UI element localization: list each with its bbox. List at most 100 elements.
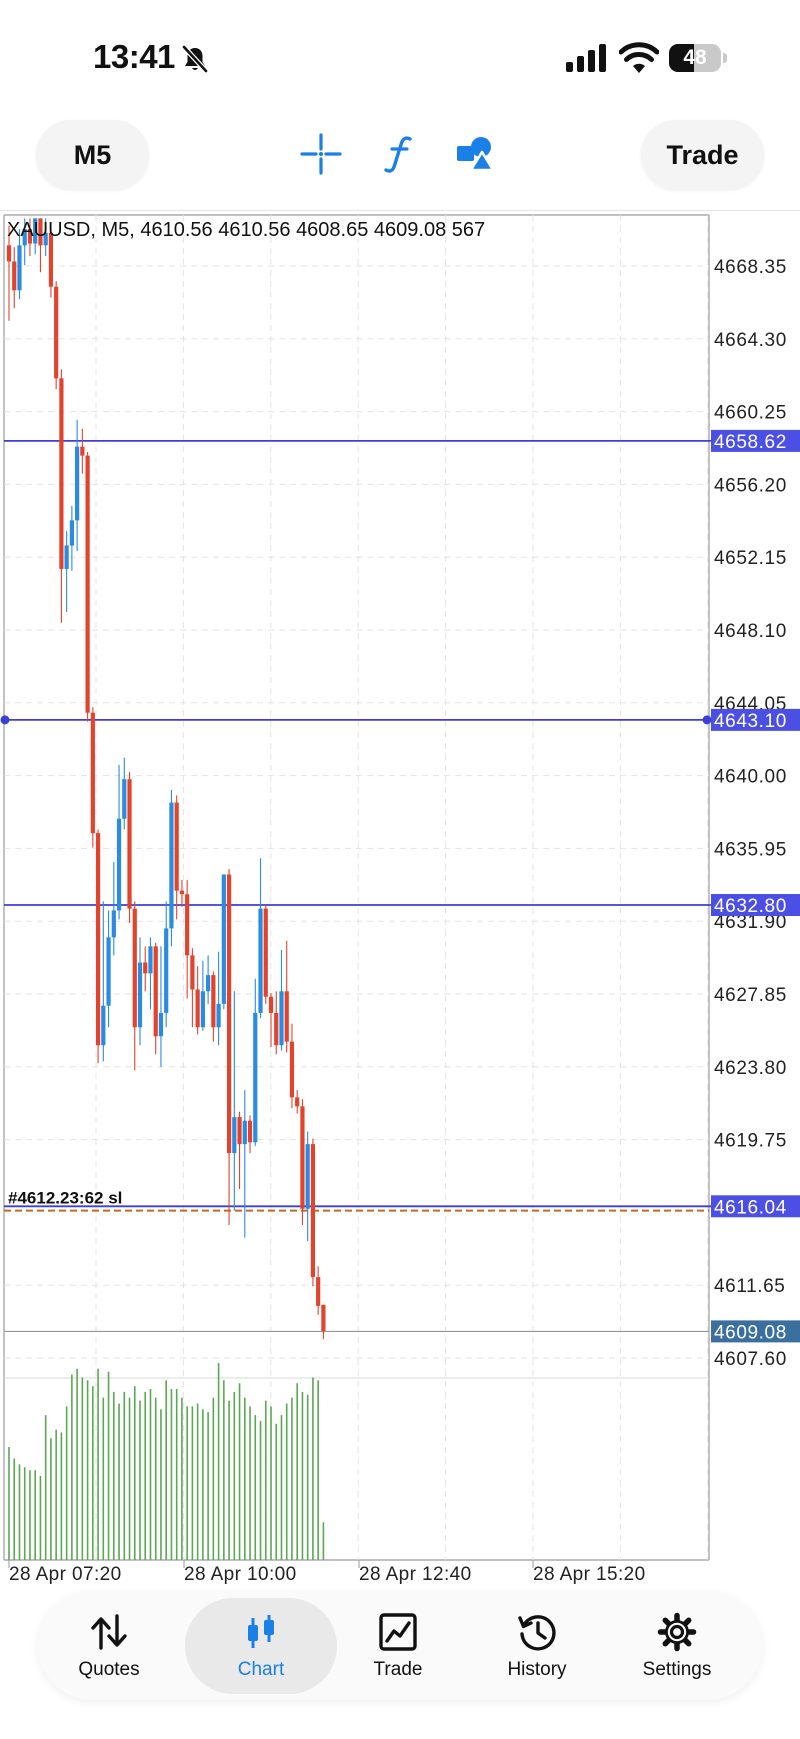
nav-label-trade: Trade bbox=[373, 1659, 423, 1680]
price-axis-label: 4648.10 bbox=[714, 621, 787, 642]
price-chart[interactable]: #4612.23:62 sl 4668.35 4664.30 4660.25 4656… bbox=[0, 212, 800, 1590]
nav-label-chart: Chart bbox=[237, 1659, 285, 1680]
level-handle-right bbox=[702, 715, 712, 725]
price-axis-label: 4668.35 bbox=[714, 257, 787, 278]
candle-body bbox=[143, 962, 148, 974]
candle-body bbox=[127, 779, 132, 909]
candle-body bbox=[284, 991, 289, 1042]
bell-muted-icon bbox=[182, 45, 208, 73]
candle-body bbox=[185, 894, 190, 956]
time-axis: 28 Apr 07:20 28 Apr 10:00 28 Apr 12:40 28 A… bbox=[8, 1560, 646, 1585]
candle-body bbox=[289, 1041, 295, 1098]
candle-body bbox=[59, 378, 64, 569]
nav-settings[interactable]: Settings bbox=[608, 1592, 746, 1700]
candlestick-chart-icon bbox=[248, 1615, 274, 1648]
trade-button[interactable]: Trade bbox=[641, 120, 764, 190]
nav-history[interactable]: History bbox=[468, 1592, 606, 1700]
candle-body bbox=[221, 874, 226, 1004]
candle-body bbox=[69, 520, 74, 546]
candle-body bbox=[190, 955, 195, 990]
candle-body bbox=[310, 1144, 316, 1278]
bottom-nav: Quotes Chart Trade History Settings bbox=[38, 1592, 762, 1700]
candle-body bbox=[237, 1117, 242, 1145]
nav-quotes[interactable]: Quotes bbox=[40, 1592, 178, 1700]
candle-body bbox=[300, 1106, 305, 1209]
price-tag-label: 4632.80 bbox=[714, 896, 787, 917]
price-axis-label: 4627.85 bbox=[714, 985, 787, 1006]
price-axis-label: 4619.75 bbox=[714, 1131, 787, 1152]
cellular-signal-icon bbox=[566, 44, 606, 72]
price-axis-label: 4623.80 bbox=[714, 1058, 787, 1079]
candle-body bbox=[80, 446, 85, 456]
candle-body bbox=[122, 779, 127, 819]
candle-body bbox=[316, 1277, 321, 1306]
candle-body bbox=[137, 962, 143, 1028]
candle-body bbox=[295, 1097, 300, 1107]
candle-body bbox=[75, 446, 80, 521]
price-tag-label: 4658.62 bbox=[714, 432, 787, 453]
price-axis-label: 4635.95 bbox=[714, 839, 787, 860]
trade-chart-icon bbox=[379, 1613, 417, 1651]
candle-body bbox=[211, 975, 216, 1028]
candle-body bbox=[274, 1012, 279, 1046]
price-axis-label: 4656.20 bbox=[714, 475, 787, 496]
candle-body bbox=[200, 991, 205, 1028]
candle-body bbox=[174, 802, 179, 891]
indicators-icon[interactable] bbox=[377, 132, 421, 176]
candle-body bbox=[232, 1117, 237, 1154]
time-axis-label: 28 Apr 12:40 bbox=[359, 1564, 472, 1585]
price-axis-label: 4611.65 bbox=[714, 1276, 785, 1297]
candle-body bbox=[101, 1005, 106, 1046]
order-overlap-label: #4612.23:62 sl bbox=[8, 1188, 122, 1207]
candle-body bbox=[258, 908, 263, 1013]
price-axis-label: 4640.00 bbox=[714, 767, 787, 788]
candle-body bbox=[169, 802, 174, 929]
candle-body bbox=[247, 1120, 253, 1143]
candle-body bbox=[95, 833, 101, 1046]
candle-body bbox=[158, 1012, 164, 1037]
candle-body bbox=[279, 991, 284, 1046]
nav-chart[interactable]: Chart bbox=[192, 1592, 330, 1700]
price-tag-label: 4609.08 bbox=[714, 1322, 787, 1343]
candle-body bbox=[12, 261, 17, 291]
time-axis-label: 28 Apr 07:20 bbox=[9, 1564, 122, 1585]
toolbar-divider bbox=[0, 210, 800, 211]
candle-body bbox=[54, 286, 59, 379]
chart-grid bbox=[3, 214, 710, 1561]
volume-bars bbox=[8, 1362, 325, 1560]
quotes-arrows-icon bbox=[91, 1614, 127, 1650]
candle-body bbox=[321, 1304, 326, 1332]
candle-body bbox=[206, 975, 211, 992]
objects-icon[interactable] bbox=[454, 132, 498, 176]
candle-body bbox=[6, 245, 12, 262]
battery-icon: 48 bbox=[669, 44, 727, 72]
nav-label-settings: Settings bbox=[642, 1659, 712, 1680]
price-tag-label: 4616.04 bbox=[714, 1197, 787, 1218]
candle-body bbox=[268, 996, 274, 1013]
candle-body bbox=[153, 946, 158, 1037]
candle-body bbox=[242, 1120, 247, 1145]
candle-body bbox=[148, 946, 153, 974]
candle-body bbox=[179, 890, 185, 895]
candle-body bbox=[263, 908, 268, 997]
timeframe-button[interactable]: M5 bbox=[36, 120, 149, 190]
price-axis-label: 4664.30 bbox=[714, 330, 787, 351]
candle-body bbox=[216, 1003, 221, 1028]
candle-body bbox=[106, 937, 111, 1006]
candle-body bbox=[111, 910, 116, 938]
nav-trade[interactable]: Trade bbox=[329, 1592, 467, 1700]
candle-body bbox=[305, 1144, 310, 1209]
price-axis-label: 4660.25 bbox=[714, 403, 787, 424]
candle-body bbox=[90, 712, 95, 834]
time-axis-label: 28 Apr 15:20 bbox=[533, 1564, 646, 1585]
candle-body bbox=[253, 1012, 258, 1143]
crosshair-icon[interactable] bbox=[299, 132, 343, 176]
candle-body bbox=[226, 874, 232, 1154]
price-axis-label: 4652.15 bbox=[714, 548, 787, 569]
candles bbox=[6, 218, 326, 1340]
gear-icon bbox=[657, 1612, 697, 1652]
history-clock-icon bbox=[518, 1615, 556, 1651]
candle-body bbox=[164, 928, 169, 1013]
candle-body bbox=[132, 908, 137, 1028]
chart-info-line: XAUUSD, M5, 4610.56 4610.56 4608.65 4609… bbox=[7, 219, 486, 241]
